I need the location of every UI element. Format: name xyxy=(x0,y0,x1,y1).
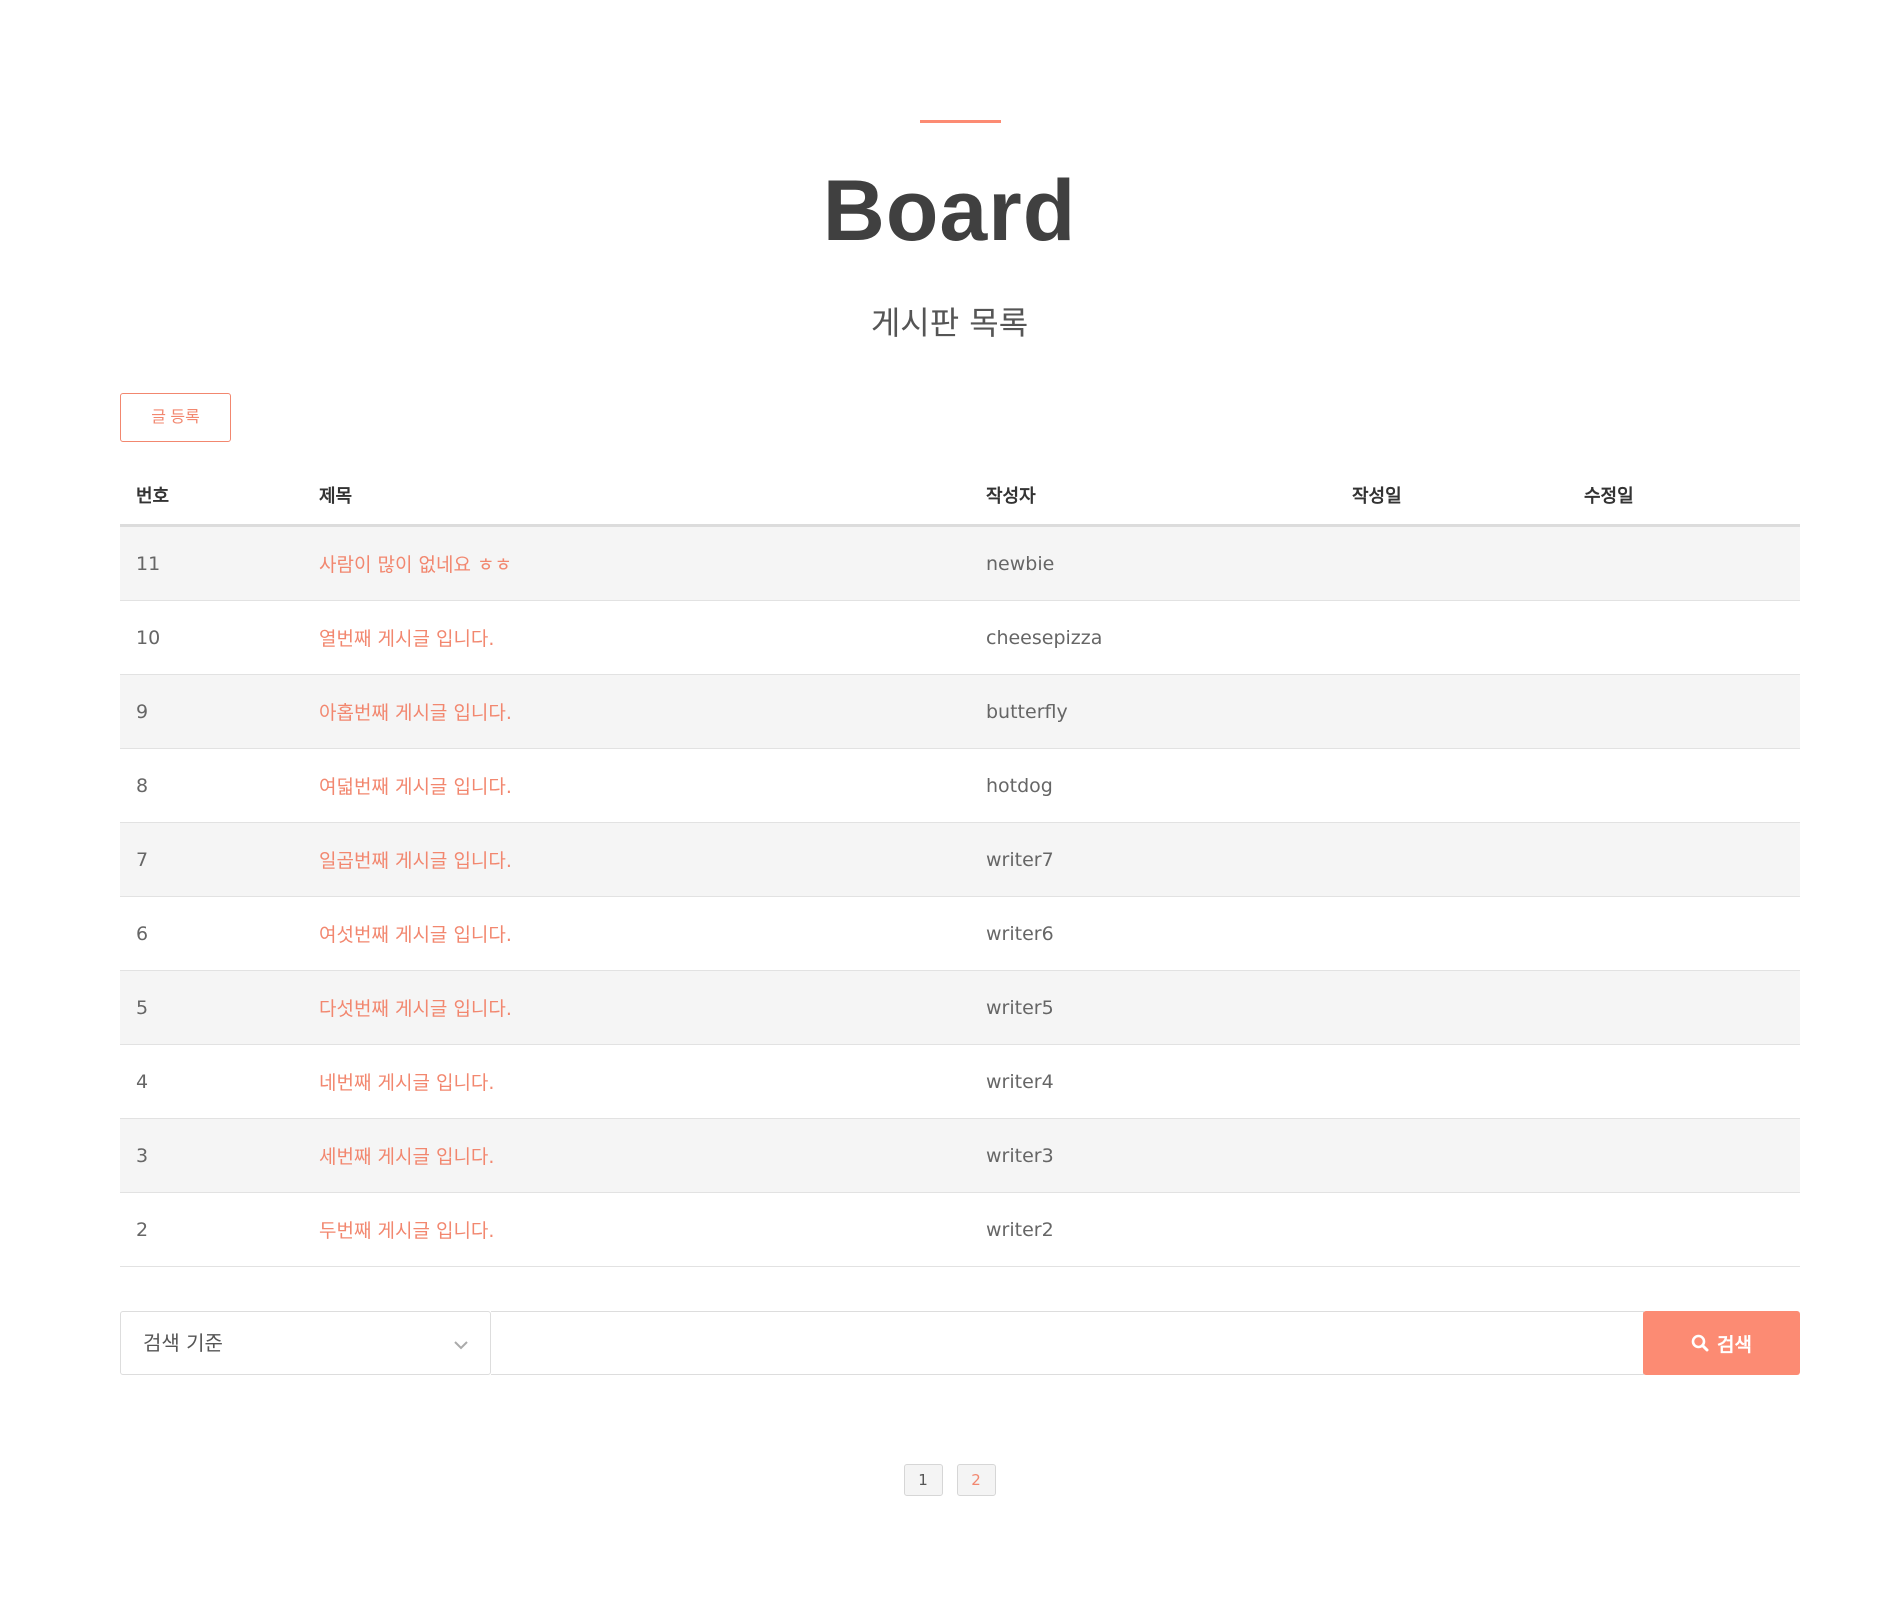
table-row: 7 일곱번째 게시글 입니다. writer7 xyxy=(120,823,1800,897)
table-cell: butterfly xyxy=(970,701,1336,723)
search-input[interactable] xyxy=(491,1311,1644,1375)
post-writer: writer7 xyxy=(986,848,1054,871)
post-number: 10 xyxy=(136,626,161,649)
column-header-number: 번호 xyxy=(136,485,170,507)
table-cell: 아홉번째 게시글 입니다. xyxy=(303,698,970,725)
post-title-link[interactable]: 여덟번째 게시글 입니다. xyxy=(319,776,512,798)
table-row: 9 아홉번째 게시글 입니다. butterfly xyxy=(120,675,1800,749)
post-title-link[interactable]: 열번째 게시글 입니다. xyxy=(319,628,494,650)
table-cell: 9 xyxy=(120,701,303,723)
column-header-title: 제목 xyxy=(319,485,353,507)
post-writer: butterfly xyxy=(986,700,1068,723)
post-title-link[interactable]: 다섯번째 게시글 입니다. xyxy=(319,998,512,1020)
table-cell: writer2 xyxy=(970,1219,1336,1241)
table-cell: 네번째 게시글 입니다. xyxy=(303,1068,970,1095)
page-button-2[interactable]: 2 xyxy=(956,1464,996,1496)
post-title-link[interactable]: 네번째 게시글 입니다. xyxy=(319,1072,494,1094)
search-button-label: 검색 xyxy=(1717,1333,1752,1356)
table-cell: 10 xyxy=(120,627,303,649)
post-title-link[interactable]: 사람이 많이 없네요 ㅎㅎ xyxy=(319,554,512,576)
page-button-1[interactable]: 1 xyxy=(903,1464,943,1496)
post-number: 6 xyxy=(136,922,149,945)
board-table: 번호 제목 작성자 작성일 수정일 11 사람이 많이 없네요 ㅎㅎ newbie 1… xyxy=(120,465,1800,1267)
search-criteria-select[interactable]: 검색 기준 xyxy=(120,1311,491,1375)
table-cell: 2 xyxy=(120,1219,303,1241)
table-cell: 사람이 많이 없네요 ㅎㅎ xyxy=(303,550,970,577)
post-number: 2 xyxy=(136,1218,149,1241)
post-writer: writer4 xyxy=(986,1070,1054,1093)
table-cell: cheesepizza xyxy=(970,627,1336,649)
post-title-link[interactable]: 두번째 게시글 입니다. xyxy=(319,1220,494,1242)
post-writer: writer6 xyxy=(986,922,1054,945)
post-title-link[interactable]: 아홉번째 게시글 입니다. xyxy=(319,702,512,724)
table-header: 번호 제목 작성자 작성일 수정일 xyxy=(120,465,1800,527)
table-body: 11 사람이 많이 없네요 ㅎㅎ newbie 10 열번째 게시글 입니다. chees… xyxy=(120,527,1800,1267)
table-cell: 열번째 게시글 입니다. xyxy=(303,624,970,651)
table-row: 3 세번째 게시글 입니다. writer3 xyxy=(120,1119,1800,1193)
post-writer: writer3 xyxy=(986,1144,1054,1167)
table-cell: 11 xyxy=(120,553,303,575)
post-number: 9 xyxy=(136,700,149,723)
chevron-down-icon xyxy=(454,1341,468,1350)
table-cell: 7 xyxy=(120,849,303,871)
post-number: 3 xyxy=(136,1144,149,1167)
table-row: 11 사람이 많이 없네요 ㅎㅎ newbie xyxy=(120,527,1800,601)
post-number: 7 xyxy=(136,848,149,871)
table-cell: 4 xyxy=(120,1071,303,1093)
table-cell: 두번째 게시글 입니다. xyxy=(303,1216,970,1243)
post-title-link[interactable]: 여섯번째 게시글 입니다. xyxy=(319,924,512,946)
pagination: 1 2 xyxy=(0,1464,1899,1496)
column-header-updated-date: 수정일 xyxy=(1584,485,1634,507)
post-writer: writer2 xyxy=(986,1218,1054,1241)
post-number: 8 xyxy=(136,774,149,797)
table-row: 8 여덟번째 게시글 입니다. hotdog xyxy=(120,749,1800,823)
title-accent-line xyxy=(920,120,1001,123)
column-header-writer: 작성자 xyxy=(986,485,1036,507)
post-writer: cheesepizza xyxy=(986,626,1103,649)
post-writer: writer5 xyxy=(986,996,1054,1019)
post-number: 11 xyxy=(136,552,161,575)
post-title-link[interactable]: 일곱번째 게시글 입니다. xyxy=(319,850,512,872)
table-cell: writer3 xyxy=(970,1145,1336,1167)
table-cell: 6 xyxy=(120,923,303,945)
table-row: 2 두번째 게시글 입니다. writer2 xyxy=(120,1193,1800,1267)
table-cell: writer5 xyxy=(970,997,1336,1019)
search-criteria-label: 검색 기준 xyxy=(143,1331,223,1355)
post-number: 4 xyxy=(136,1070,149,1093)
search-icon xyxy=(1691,1334,1709,1352)
register-post-button[interactable]: 글 등록 xyxy=(120,393,231,442)
post-writer: hotdog xyxy=(986,774,1053,797)
table-cell: writer6 xyxy=(970,923,1336,945)
column-header-created-date: 작성일 xyxy=(1352,485,1402,507)
table-row: 5 다섯번째 게시글 입니다. writer5 xyxy=(120,971,1800,1045)
table-row: 10 열번째 게시글 입니다. cheesepizza xyxy=(120,601,1800,675)
table-cell: 8 xyxy=(120,775,303,797)
table-row: 6 여섯번째 게시글 입니다. writer6 xyxy=(120,897,1800,971)
page-subtitle: 게시판 목록 xyxy=(870,304,1029,342)
table-row: 4 네번째 게시글 입니다. writer4 xyxy=(120,1045,1800,1119)
search-button[interactable]: 검색 xyxy=(1643,1311,1800,1375)
table-cell: 5 xyxy=(120,997,303,1019)
page-title: Board xyxy=(822,163,1077,259)
table-cell: 일곱번째 게시글 입니다. xyxy=(303,846,970,873)
table-cell: 다섯번째 게시글 입니다. xyxy=(303,994,970,1021)
table-cell: writer4 xyxy=(970,1071,1336,1093)
post-title-link[interactable]: 세번째 게시글 입니다. xyxy=(319,1146,494,1168)
table-cell: 여덟번째 게시글 입니다. xyxy=(303,772,970,799)
post-number: 5 xyxy=(136,996,149,1019)
table-cell: writer7 xyxy=(970,849,1336,871)
table-cell: hotdog xyxy=(970,775,1336,797)
table-cell: 세번째 게시글 입니다. xyxy=(303,1142,970,1169)
table-cell: newbie xyxy=(970,553,1336,575)
table-cell: 여섯번째 게시글 입니다. xyxy=(303,920,970,947)
post-writer: newbie xyxy=(986,552,1055,575)
table-cell: 3 xyxy=(120,1145,303,1167)
